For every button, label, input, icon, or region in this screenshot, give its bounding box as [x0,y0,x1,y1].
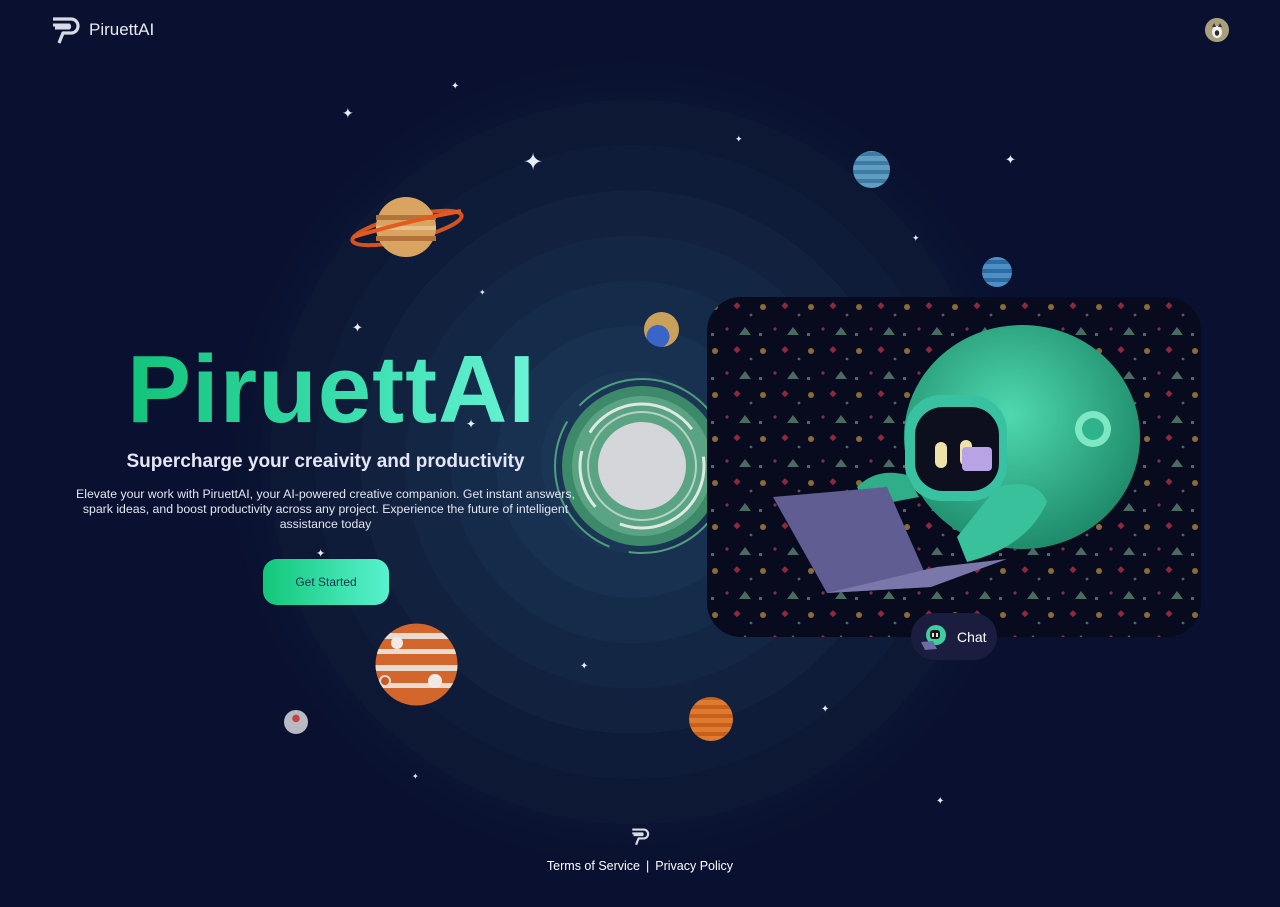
chat-button[interactable]: Chat [911,613,997,660]
star-icon: ✦ [936,796,945,807]
ringed-planet-icon [350,197,464,257]
hero-title: PiruettAI [127,335,547,445]
star-icon: ✦ [735,134,743,144]
star-icon: ✦ [912,233,920,243]
orange-planet-icon [689,697,733,741]
star-icon: ✦ [1005,152,1016,167]
earth-planet-icon [644,312,679,347]
brand-name: PiruettAI [89,20,155,39]
star-icon: ✦ [821,704,830,715]
piruett-logo-icon [53,17,80,44]
terms-of-service-link[interactable]: Terms of Service [547,859,640,873]
piruett-footer-logo-icon [632,828,650,846]
brand-logo[interactable]: PiruettAI [51,15,154,45]
star-icon: ✦ [523,149,544,176]
striped-planet-icon [375,623,458,706]
privacy-policy-link[interactable]: Privacy Policy [655,859,733,873]
star-icon: ✦ [580,661,589,672]
hero-subtitle: Supercharge your creaivity and productiv… [126,451,525,472]
user-avatar-icon[interactable] [1205,18,1229,42]
star-icon: ✦ [342,105,354,121]
hero-description: Elevate your work with PiruettAI, your A… [76,487,575,531]
star-icon: ✦ [451,81,460,92]
chat-label: Chat [957,628,987,645]
star-icon: ✦ [412,772,419,781]
get-started-button[interactable]: Get Started [263,559,389,605]
footer-links: Terms of Service | Privacy Policy [500,859,780,873]
moon-planet-icon [284,710,308,734]
robot-illustration [707,297,1201,637]
robot-illustration-card [707,297,1201,637]
star-icon: ✦ [352,320,363,335]
footer-separator: | [646,859,650,873]
blue-planet-icon [853,151,890,188]
blue-planet-small-icon [982,257,1012,287]
robot-chat-icon [921,624,946,650]
star-icon: ✦ [479,288,486,297]
